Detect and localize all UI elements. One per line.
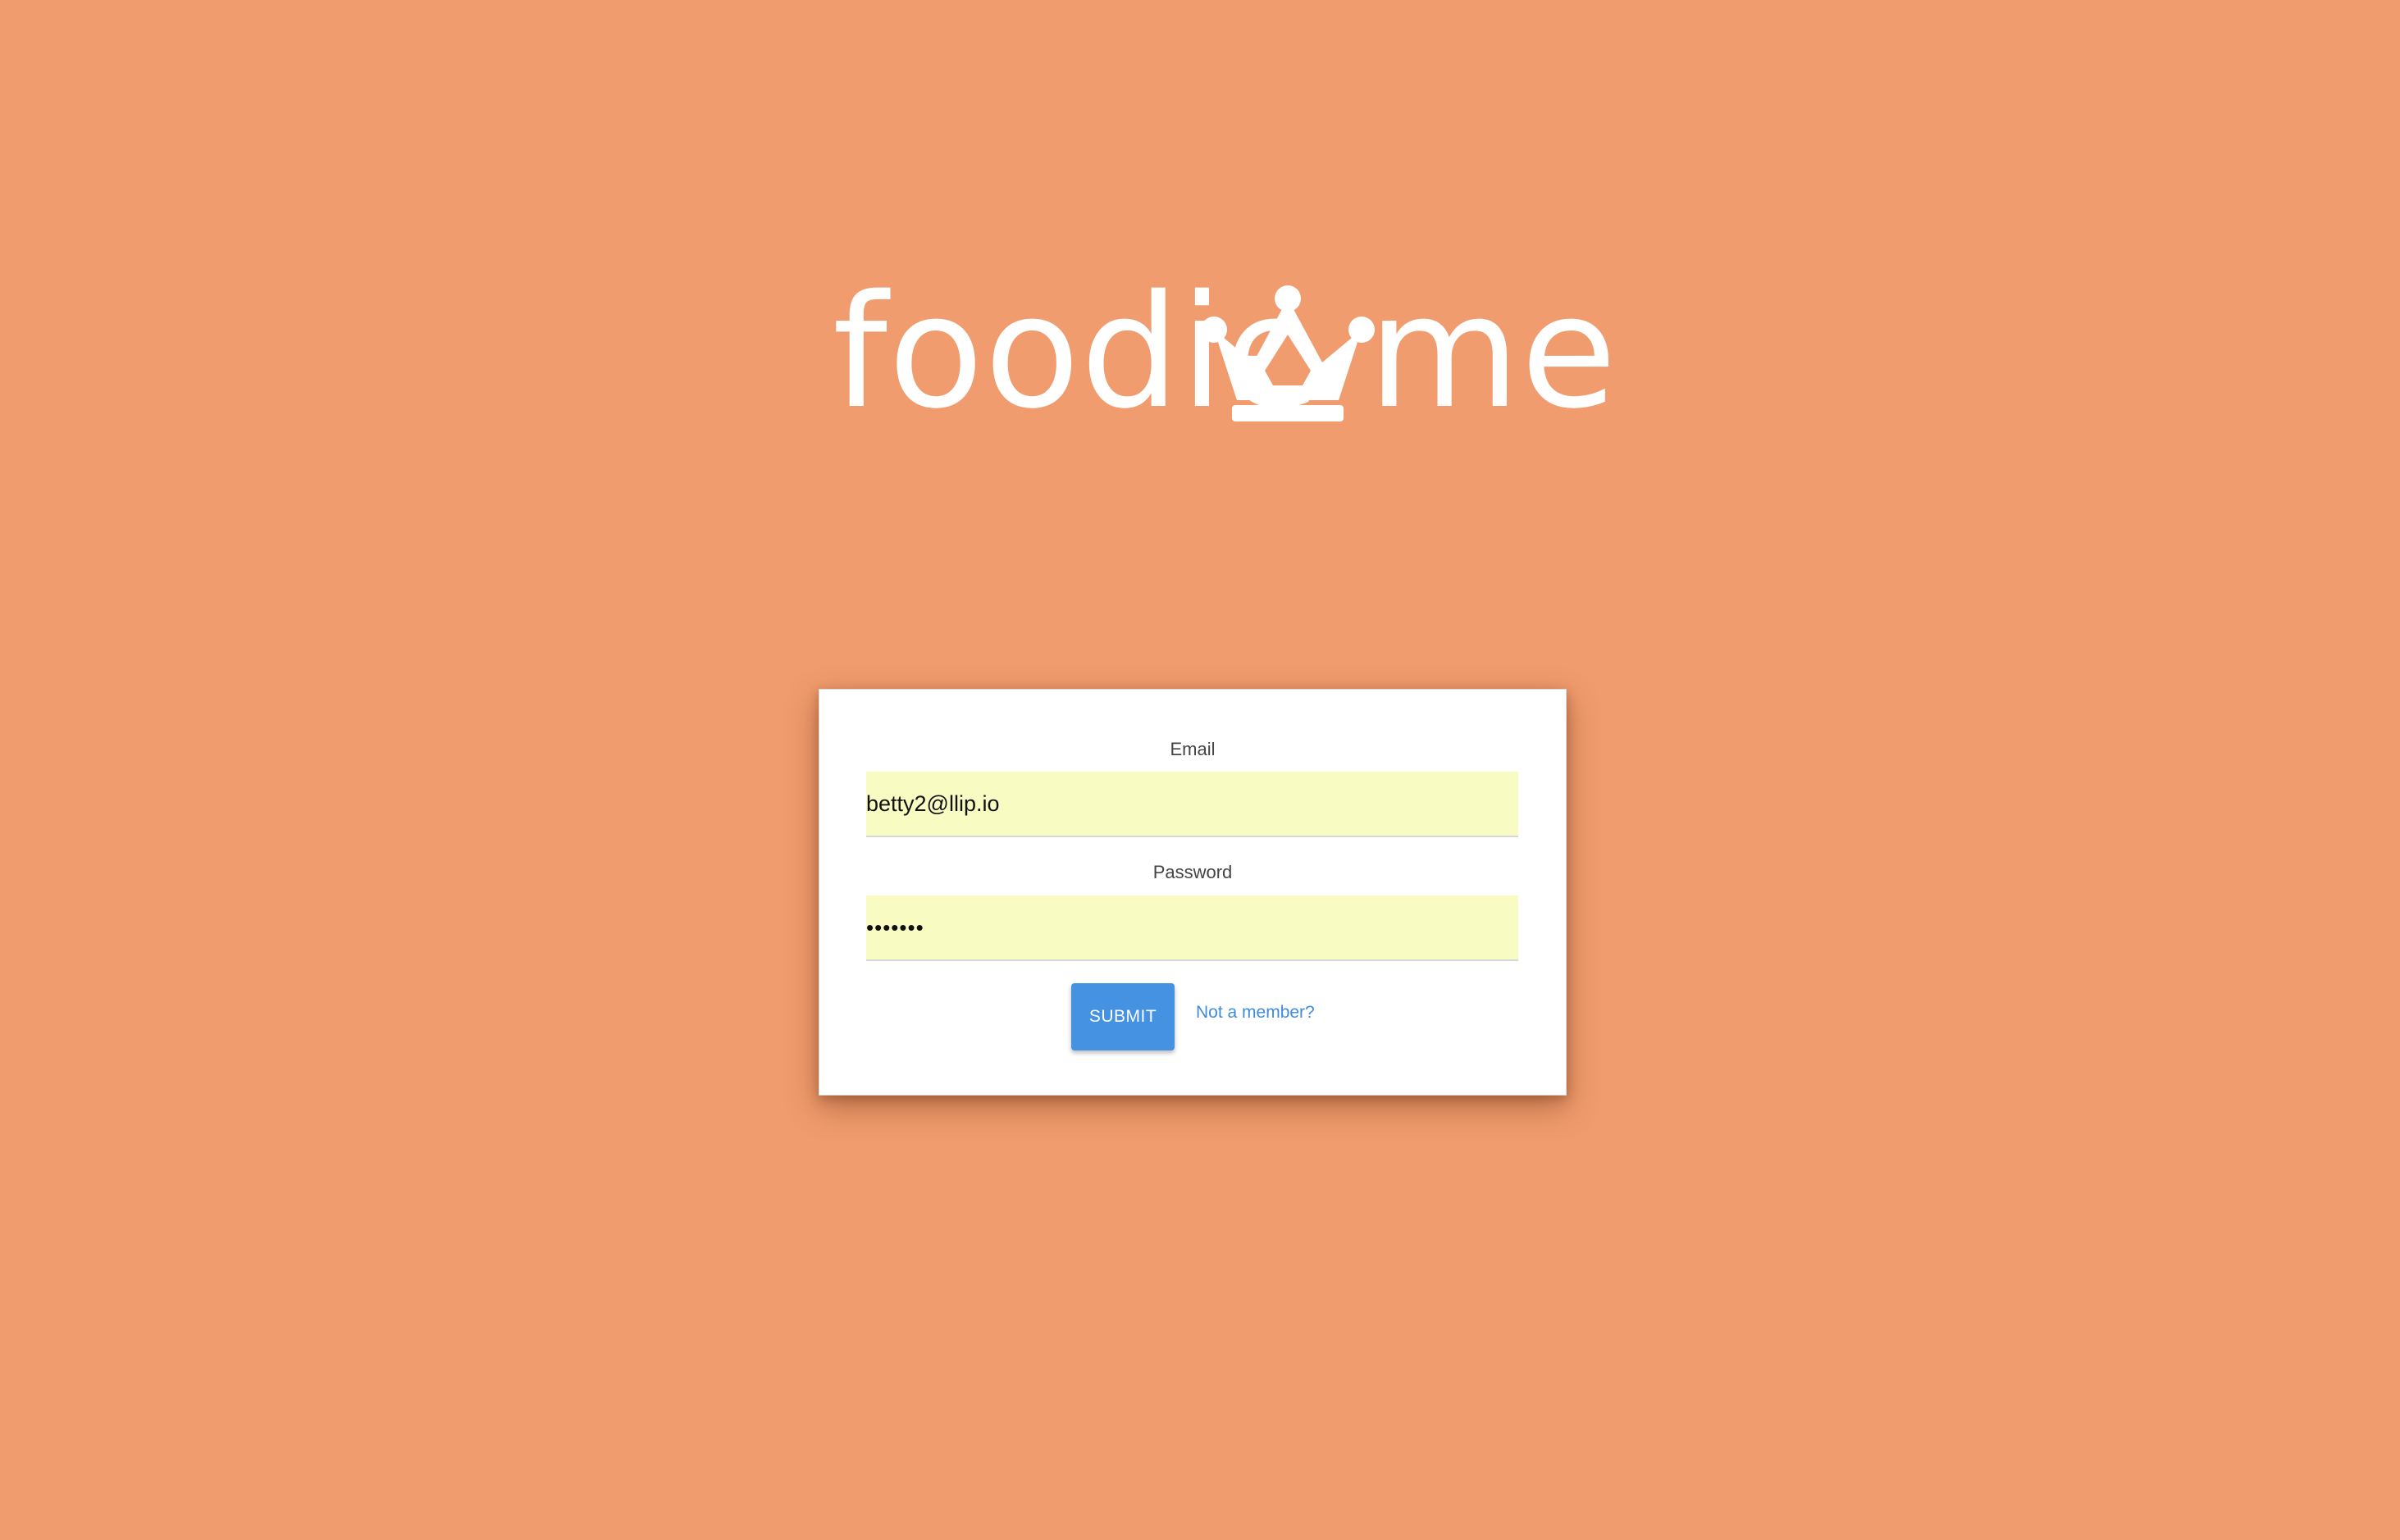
logo-text-me: me xyxy=(1368,262,1617,443)
email-input[interactable] xyxy=(866,772,1518,837)
app-logo: foodie me xyxy=(828,271,1617,435)
password-label: Password xyxy=(1152,862,1233,882)
login-card: Email Password SUBMIT Not a member? xyxy=(819,689,1567,1096)
submit-button[interactable]: SUBMIT xyxy=(1071,983,1175,1050)
email-label: Email xyxy=(1170,739,1216,759)
password-input[interactable] xyxy=(866,895,1518,961)
not-a-member-link[interactable]: Not a member? xyxy=(1196,1003,1315,1023)
crown-icon xyxy=(1201,285,1375,421)
